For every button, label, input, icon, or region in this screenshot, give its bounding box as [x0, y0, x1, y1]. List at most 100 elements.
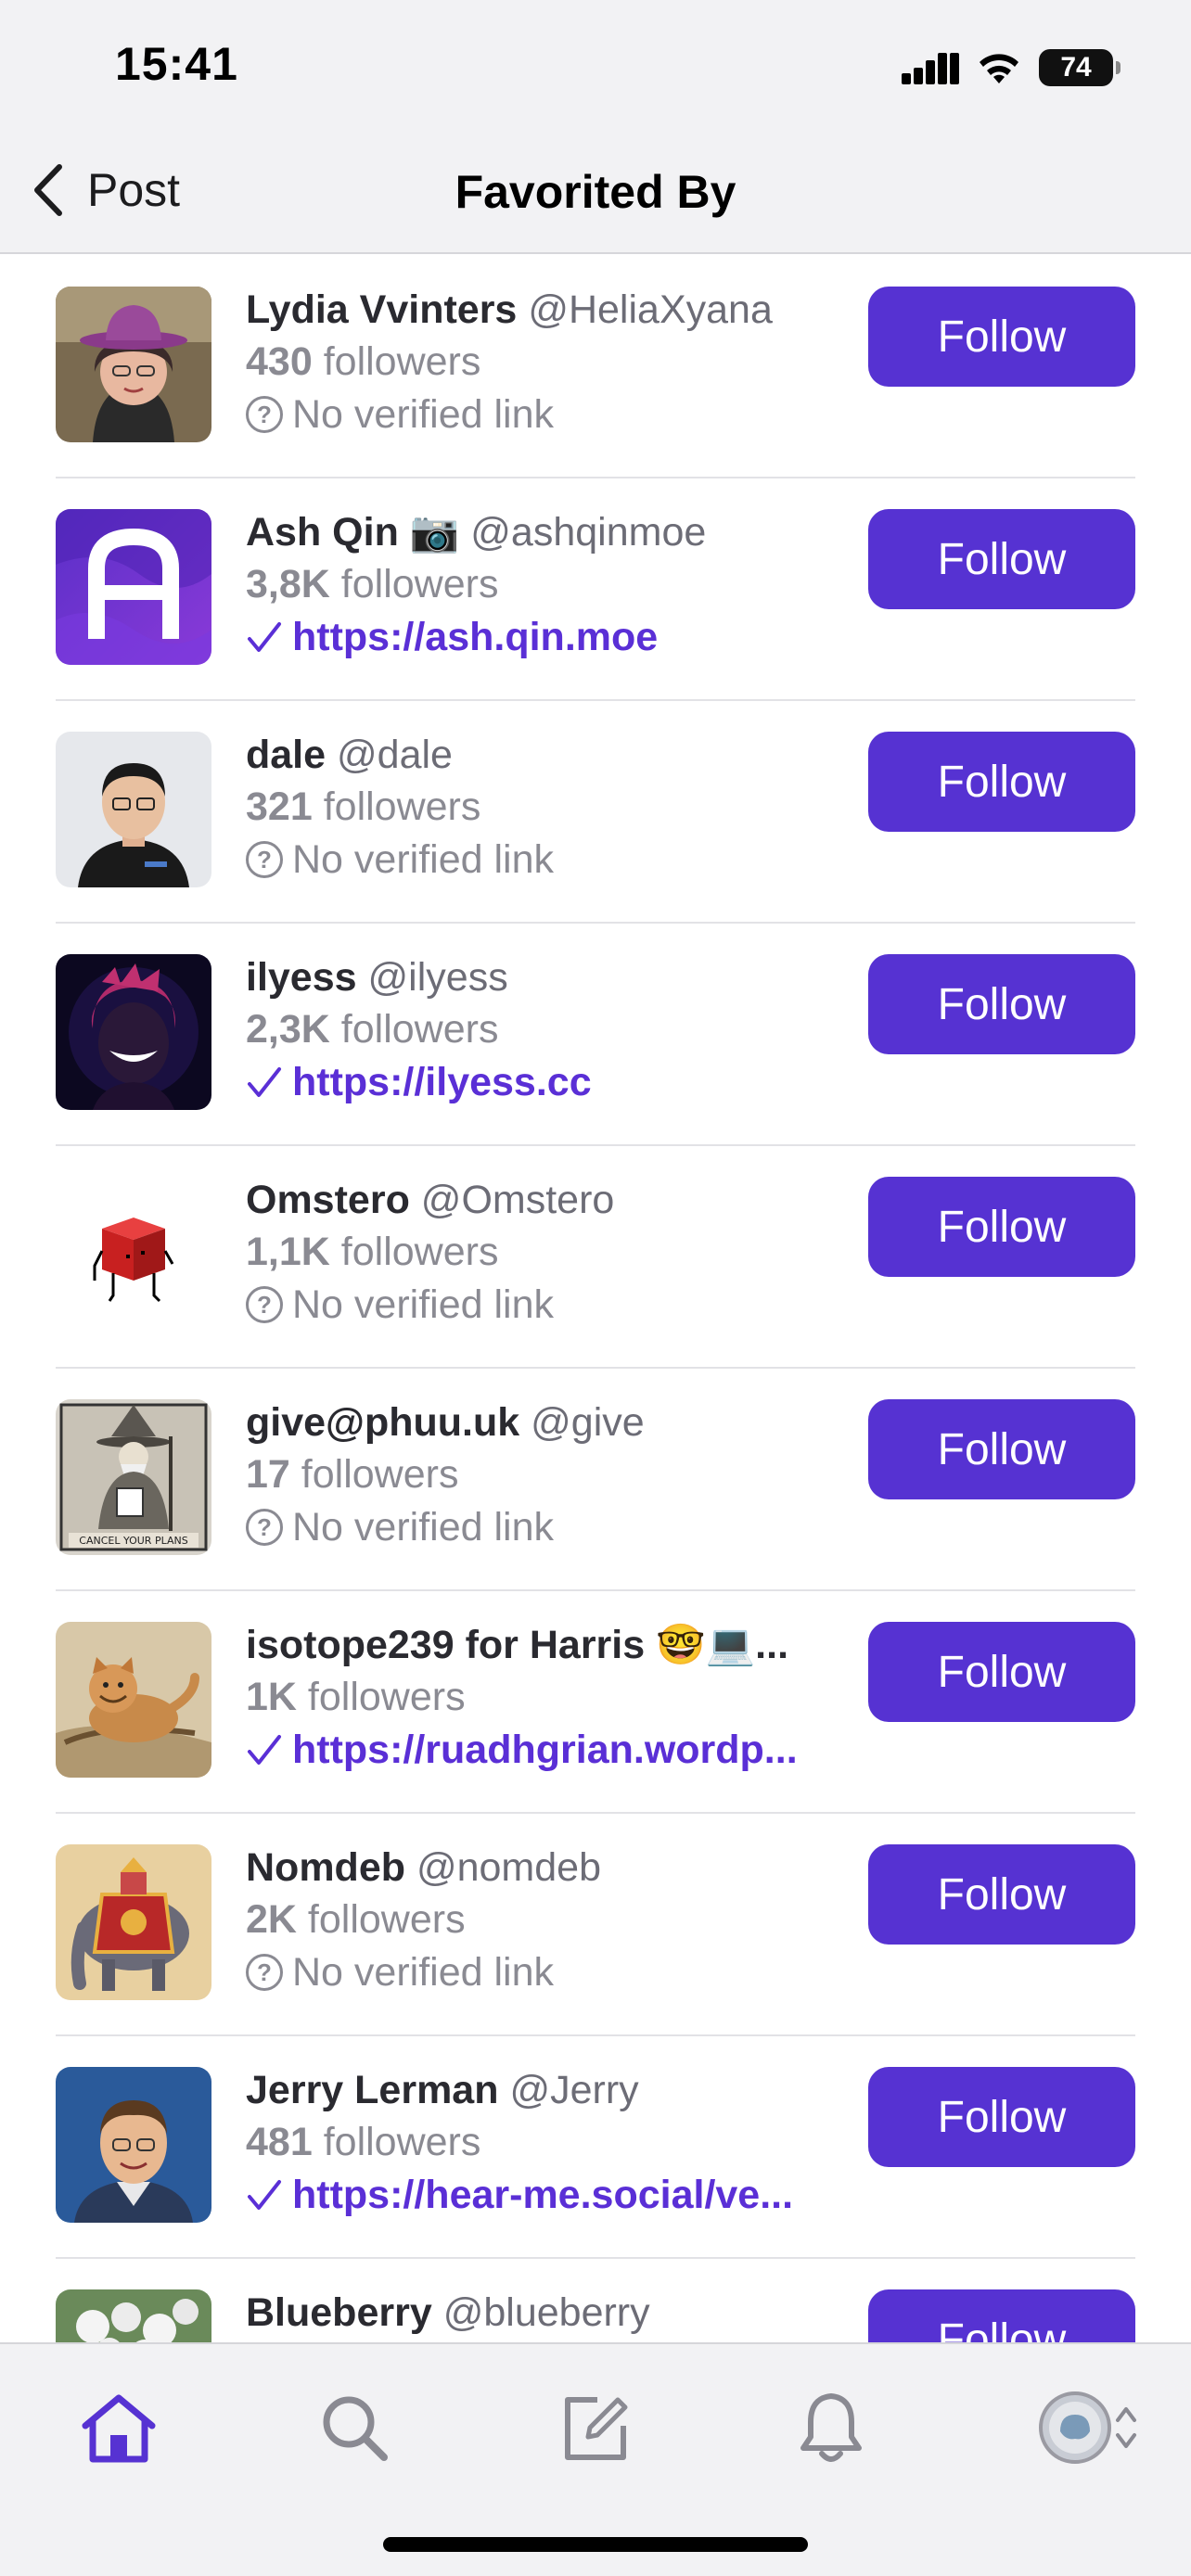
avatar[interactable] [56, 1177, 211, 1333]
name-line: dale @dale [246, 729, 835, 781]
checkmark-icon [248, 622, 281, 652]
followers-count: 2K [246, 1897, 297, 1942]
followers-line: 2,3K followers [246, 1003, 835, 1055]
follow-button[interactable]: Follow [868, 1399, 1135, 1499]
display-name: Omstero [246, 1178, 410, 1222]
follow-button[interactable]: Follow [868, 1177, 1135, 1277]
user-row[interactable]: Lydia Vvinters @HeliaXyana 430 followers… [0, 256, 1191, 478]
user-row[interactable]: Omstero @Omstero 1,1K followers ? No ver… [0, 1146, 1191, 1369]
follow-button[interactable]: Follow [868, 287, 1135, 387]
user-info: Jerry Lerman @Jerry 481 followers https:… [246, 2064, 835, 2222]
tab-search[interactable] [308, 2381, 401, 2474]
follow-button[interactable]: Follow [868, 732, 1135, 832]
verified-link-status: ? No verified link [246, 1500, 835, 1554]
user-info: Blueberry @blueberry [246, 2287, 835, 2339]
followers-line: 321 followers [246, 781, 835, 833]
verified-link[interactable]: https://ruadhgrian.wordp... [246, 1723, 835, 1777]
question-circle-icon: ? [246, 396, 283, 433]
user-info: Ash Qin 📷 @ashqinmoe 3,8K followers http… [246, 506, 835, 664]
verified-link[interactable]: https://hear-me.social/ve... [246, 2168, 835, 2222]
tab-profile[interactable] [1024, 2381, 1154, 2474]
followers-count: 3,8K [246, 562, 330, 606]
status-bar: 15:41 74 [0, 0, 1191, 130]
followers-count: 2,3K [246, 1007, 330, 1052]
followers-label: followers [307, 1897, 466, 1942]
avatar[interactable] [56, 732, 211, 887]
search-icon [323, 2396, 388, 2461]
name-line: Omstero @Omstero [246, 1174, 835, 1226]
link-text: No verified link [292, 1282, 554, 1327]
user-info: ilyess @ilyess 2,3K followers https://il… [246, 951, 835, 1109]
avatar[interactable]: CANCEL YOUR PLANS [56, 1399, 211, 1555]
checkmark-icon [248, 2180, 281, 2210]
name-line: Nomdeb @nomdeb [246, 1842, 835, 1894]
followers-line: 17 followers [246, 1448, 835, 1500]
verified-link-status: ? No verified link [246, 1278, 835, 1332]
compose-icon [565, 2397, 628, 2460]
avatar[interactable] [56, 2289, 211, 2342]
verified-link[interactable]: https://ash.qin.moe [246, 610, 835, 664]
question-circle-icon: ? [246, 1509, 283, 1546]
user-row[interactable]: Ash Qin 📷 @ashqinmoe 3,8K followers http… [0, 478, 1191, 701]
name-line: isotope239 for Harris 🤓💻... [246, 1619, 835, 1671]
avatar[interactable] [56, 1622, 211, 1778]
avatar[interactable] [56, 509, 211, 665]
name-line: Lydia Vvinters @HeliaXyana [246, 284, 835, 336]
wifi-icon [980, 54, 1018, 83]
user-handle: @dale [337, 733, 453, 777]
link-text: https://hear-me.social/ve... [292, 2173, 794, 2217]
user-handle: @blueberry [442, 2290, 650, 2335]
avatar-caption: CANCEL YOUR PLANS [79, 1535, 187, 1547]
followers-label: followers [340, 1230, 499, 1274]
user-row[interactable]: isotope239 for Harris 🤓💻... 1K followers… [0, 1591, 1191, 1814]
battery-icon: 74 [1039, 49, 1121, 86]
follow-button[interactable]: Follow [868, 1844, 1135, 1945]
display-name: Nomdeb [246, 1845, 405, 1890]
followers-count: 321 [246, 784, 313, 829]
avatar[interactable] [56, 954, 211, 1110]
follow-button[interactable]: Follow [868, 1622, 1135, 1722]
name-line: Jerry Lerman @Jerry [246, 2064, 835, 2116]
user-row[interactable]: dale @dale 321 followers ? No verified l… [0, 701, 1191, 924]
user-handle: @Omstero [420, 1178, 615, 1222]
user-handle: @ilyess [367, 955, 508, 1000]
follow-button[interactable]: Follow [868, 2067, 1135, 2167]
followers-label: followers [307, 1675, 466, 1719]
link-text: https://ruadhgrian.wordp... [292, 1728, 798, 1772]
followers-line: 1,1K followers [246, 1226, 835, 1278]
verified-link[interactable]: https://ilyess.cc [246, 1055, 835, 1109]
user-row[interactable]: Nomdeb @nomdeb 2K followers ? No verifie… [0, 1814, 1191, 2036]
avatar[interactable] [56, 287, 211, 442]
profile-avatar [1039, 2391, 1111, 2464]
user-row[interactable]: ilyess @ilyess 2,3K followers https://il… [0, 924, 1191, 1146]
followers-label: followers [301, 1452, 459, 1497]
name-line: give@phuu.uk @give [246, 1396, 835, 1448]
status-time: 15:41 [115, 38, 238, 90]
follow-button[interactable]: Follow [868, 2289, 1135, 2342]
user-row[interactable]: CANCEL YOUR PLANS give@phuu.uk @give 17 … [0, 1369, 1191, 1591]
question-circle-icon: ? [246, 1286, 283, 1323]
follow-button[interactable]: Follow [868, 509, 1135, 609]
user-handle: @ashqinmoe [470, 510, 707, 555]
follow-button[interactable]: Follow [868, 954, 1135, 1054]
cellular-signal-icon [902, 53, 959, 84]
question-circle-icon: ? [246, 1954, 283, 1991]
followers-label: followers [323, 339, 481, 384]
tab-notifications[interactable] [785, 2381, 877, 2474]
user-row[interactable]: Jerry Lerman @Jerry 481 followers https:… [0, 2036, 1191, 2259]
user-handle: @HeliaXyana [528, 287, 773, 332]
display-name: dale [246, 733, 327, 777]
tab-home[interactable] [72, 2381, 165, 2474]
avatar[interactable] [56, 1844, 211, 2000]
question-circle-icon: ? [246, 841, 283, 878]
status-icons: 74 [902, 45, 1121, 91]
followers-label: followers [340, 1007, 499, 1052]
user-row[interactable]: Blueberry @blueberry Follow [0, 2259, 1191, 2342]
bell-icon [800, 2393, 862, 2462]
tab-compose[interactable] [549, 2381, 642, 2474]
followers-count: 481 [246, 2120, 313, 2164]
display-name: Jerry Lerman [246, 2068, 499, 2112]
display-name: Lydia Vvinters [246, 287, 518, 332]
avatar[interactable] [56, 2067, 211, 2223]
verified-link-status: ? No verified link [246, 388, 835, 441]
